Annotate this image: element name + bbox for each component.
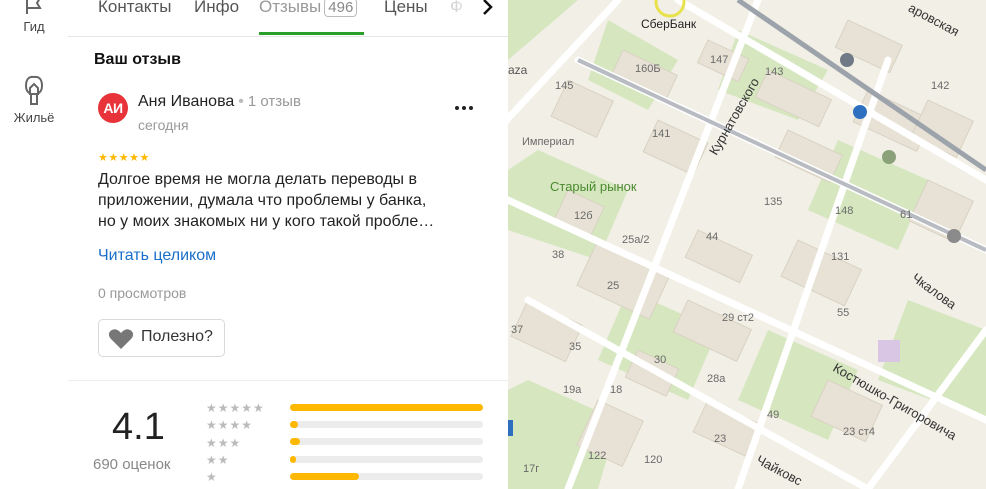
tab-reviews-label: Отзывы <box>259 0 322 16</box>
rating-bar-fill <box>290 438 300 445</box>
rating-bar-fill <box>290 473 360 480</box>
house-number: 160Б <box>635 63 661 75</box>
rating-bar-fill <box>290 421 298 428</box>
house-number: 61 <box>900 209 913 221</box>
more-options-icon[interactable] <box>452 96 476 116</box>
rail-item-housing-label: Жильё <box>13 110 55 125</box>
house-number: 142 <box>931 80 950 92</box>
house-number: 38 <box>552 249 565 261</box>
rating-count: 690 оценок <box>93 456 171 473</box>
author-name[interactable]: Аня Иванова <box>138 93 234 110</box>
house-number: 30 <box>654 354 667 366</box>
house-number: 147 <box>710 54 729 66</box>
house-number: 143 <box>765 66 784 78</box>
tab-bar: Контакты Инфо Отзывы496 Цены Ф <box>68 0 508 37</box>
landmark-icon[interactable] <box>840 53 854 67</box>
rating-row-stars: ★★★★★ <box>206 401 265 415</box>
heart-icon <box>108 329 134 349</box>
house-number: 122 <box>588 450 607 462</box>
review-date: сегодня <box>138 117 189 133</box>
left-rail: Гид Жильё <box>0 0 69 489</box>
rating-bar-fill <box>290 456 296 463</box>
poi-sberbank[interactable]: СберБанк <box>641 17 696 31</box>
house-icon <box>24 75 44 105</box>
house-number: 35 <box>569 341 582 353</box>
house-number: 141 <box>652 128 671 140</box>
house-number: 29 ст2 <box>722 312 754 324</box>
review-line: но у моих знакомых ни у кого такой пробл… <box>98 213 435 230</box>
map-building-highlight <box>878 340 900 362</box>
rating-row-stars: ★★★★ <box>206 418 254 432</box>
rating-value: 4.1 <box>112 406 165 448</box>
flag-icon <box>26 0 42 14</box>
review-stars: ★★★★★ <box>98 152 150 164</box>
read-more-link[interactable]: Читать целиком <box>98 247 216 265</box>
author-review-count: 1 отзыв <box>247 93 301 110</box>
house-number: 131 <box>831 251 850 263</box>
map-label: aza <box>508 63 528 77</box>
house-number: 25 <box>607 280 620 292</box>
organization-panel: Контакты Инфо Отзывы496 Цены Ф Ваш отзыв… <box>68 0 508 489</box>
section-title: Ваш отзыв <box>94 51 181 68</box>
chevron-right-icon[interactable] <box>478 0 498 20</box>
views-count: 0 просмотров <box>98 285 187 301</box>
poi-icon[interactable] <box>947 229 961 243</box>
rating-bar <box>290 456 483 463</box>
house-number: 12б <box>574 210 593 222</box>
active-tab-indicator <box>259 32 364 35</box>
tab-contacts[interactable]: Контакты <box>98 0 171 17</box>
house-number: 23 <box>714 433 727 445</box>
tab-prices[interactable]: Цены <box>384 0 428 17</box>
bus-stop-icon[interactable] <box>853 105 867 119</box>
house-number: 19а <box>563 384 582 396</box>
rating-bar <box>290 438 483 445</box>
review-text: Долгое время не могла делать переводы в … <box>98 169 458 232</box>
divider <box>68 380 508 381</box>
house-number: 145 <box>555 80 574 92</box>
rating-bar-fill <box>290 404 483 411</box>
house-number: 135 <box>764 196 783 208</box>
house-number: 44 <box>706 231 719 243</box>
review-author: Аня Иванова • 1 отзыв <box>138 93 301 110</box>
tab-reviews[interactable]: Отзывы 496 <box>259 0 358 17</box>
review-line: Долгое время не могла делать переводы в <box>98 171 417 188</box>
poi-icon[interactable] <box>882 150 896 164</box>
house-number: 17г <box>523 463 540 475</box>
house-number: 25а/2 <box>622 234 650 246</box>
rating-bar <box>290 404 483 411</box>
rating-row-stars: ★★★ <box>206 436 242 450</box>
rating-bar <box>290 421 483 428</box>
house-number: 49 <box>767 409 780 421</box>
house-number: 148 <box>835 205 854 217</box>
house-number: 23 ст4 <box>843 426 875 438</box>
poi-old-market[interactable]: Старый рынок <box>550 179 637 194</box>
house-number: 37 <box>511 324 524 336</box>
reviews-count-badge: 496 <box>324 0 358 17</box>
rail-item-housing[interactable]: Жильё <box>0 74 68 125</box>
poi-imperial[interactable]: Империал <box>522 136 574 148</box>
rail-item-guide[interactable]: Гид <box>0 0 68 34</box>
house-number: 120 <box>644 454 663 466</box>
rating-row-stars: ★ <box>206 470 218 484</box>
house-number: 55 <box>837 307 850 319</box>
avatar[interactable]: АИ <box>98 93 128 123</box>
useful-label: Полезно? <box>141 328 213 345</box>
rating-bar <box>290 473 483 480</box>
useful-button[interactable]: Полезно? <box>98 319 225 357</box>
house-number: 28а <box>707 373 726 385</box>
rail-item-guide-label: Гид <box>23 19 45 34</box>
review-line: приложении, думала что проблемы у банка, <box>98 192 427 209</box>
tab-info[interactable]: Инфо <box>194 0 239 17</box>
house-number: 18 <box>610 384 623 396</box>
rating-row-stars: ★★ <box>206 453 230 467</box>
map-marker-edge <box>508 420 513 436</box>
map[interactable]: aza СберБанк Старый рынок Империал Курна… <box>508 0 986 489</box>
